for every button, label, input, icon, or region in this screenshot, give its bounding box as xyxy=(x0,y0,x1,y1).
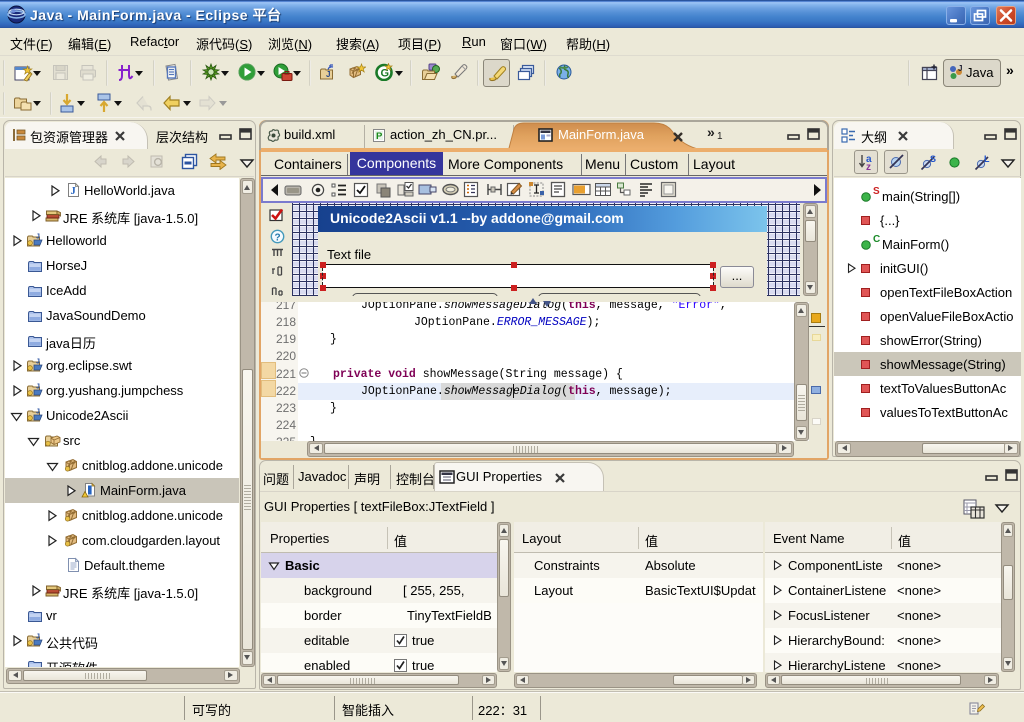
svg-text:?: ? xyxy=(275,233,281,244)
svg-text:z: z xyxy=(866,162,871,171)
svg-text:J: J xyxy=(958,64,962,73)
svg-text:S: S xyxy=(930,154,936,164)
svg-text:J: J xyxy=(326,70,330,79)
svg-text:L: L xyxy=(984,154,990,164)
svg-text:P: P xyxy=(376,131,383,142)
